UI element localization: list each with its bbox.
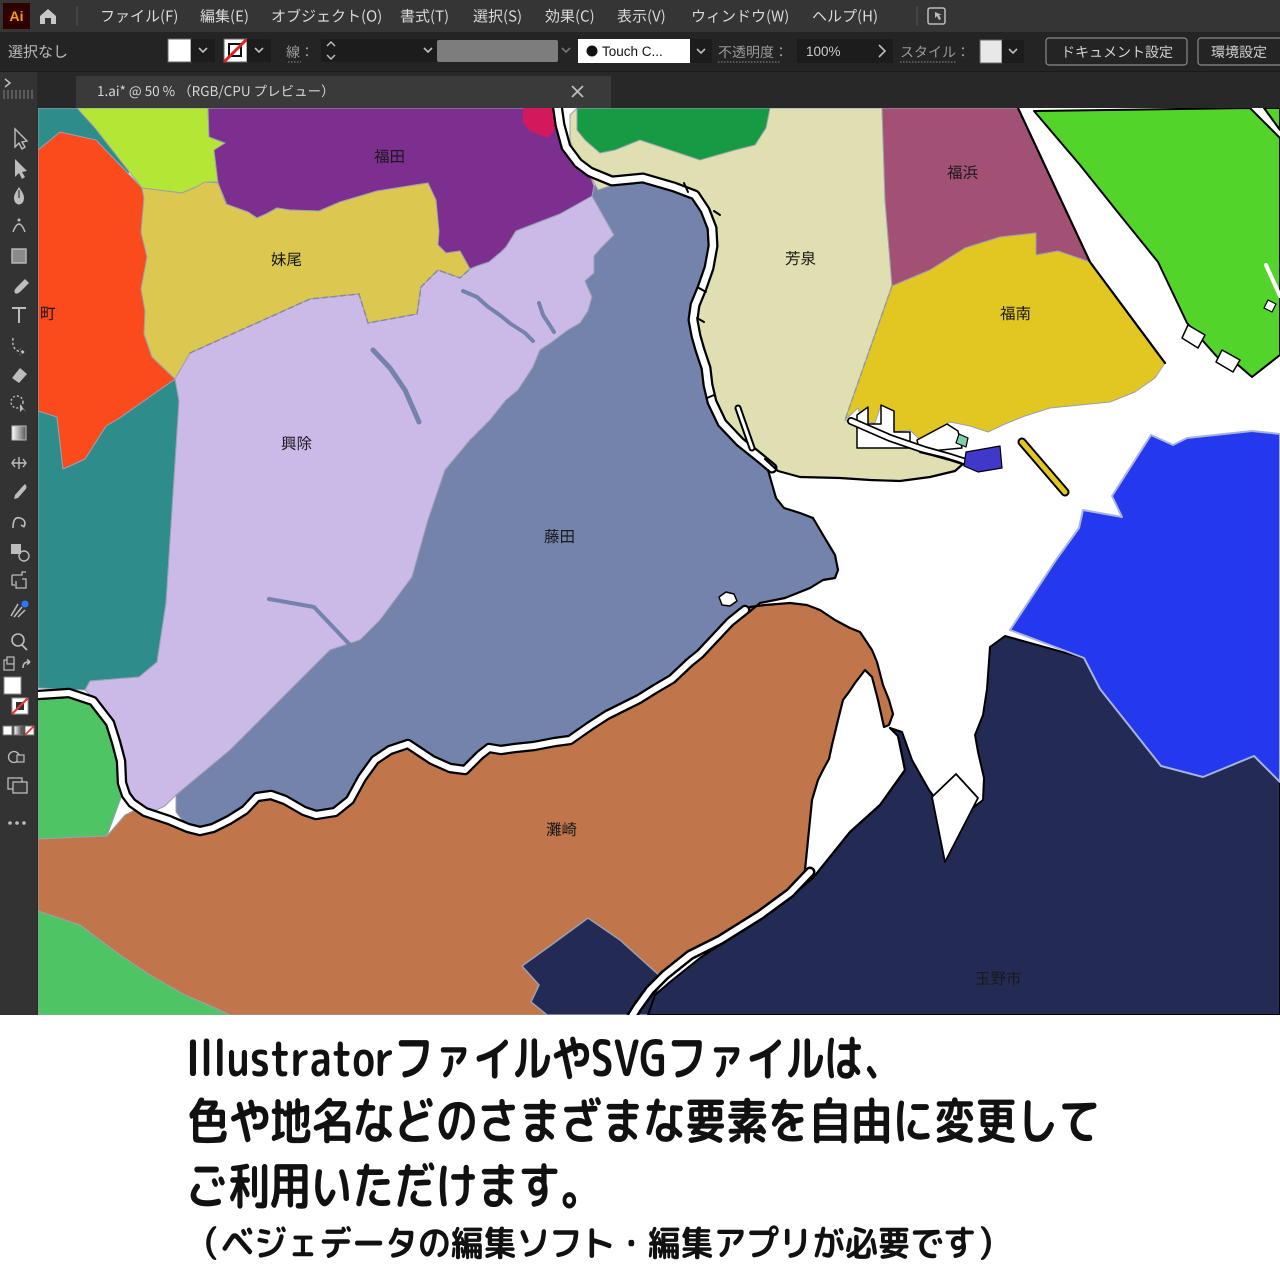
svg-text:Touch C...: Touch C... [602, 44, 663, 59]
svg-text:100%: 100% [806, 44, 841, 59]
